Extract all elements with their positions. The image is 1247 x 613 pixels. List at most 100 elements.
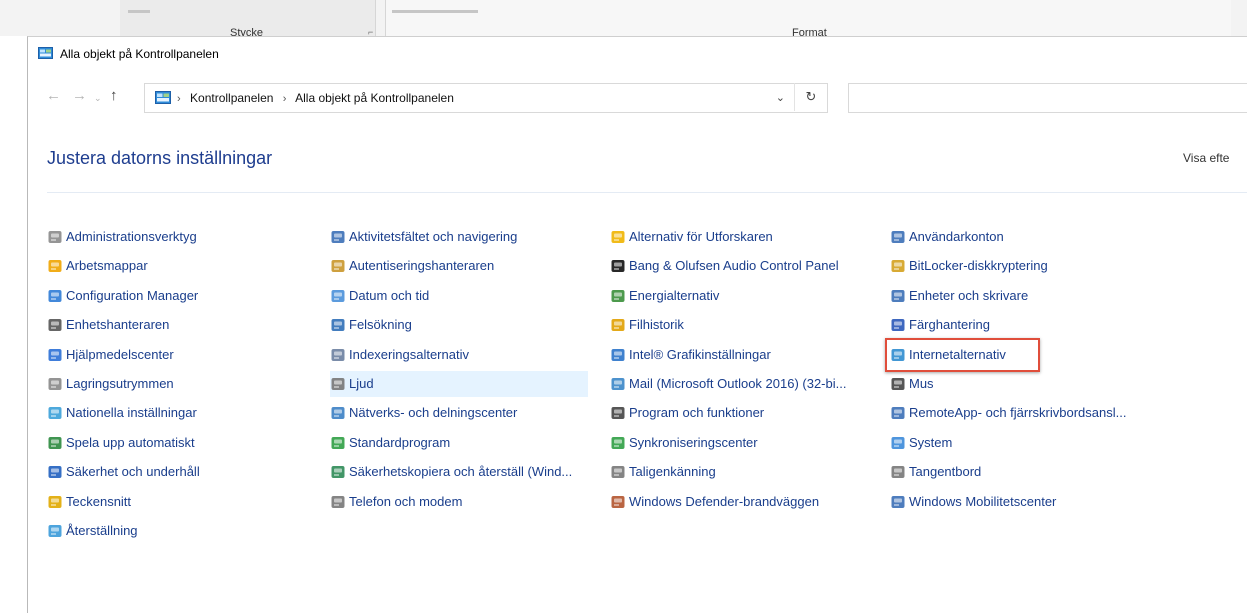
control-panel-item[interactable]: Taligenkänning — [610, 459, 872, 485]
backup-icon — [330, 464, 346, 480]
control-panel-item[interactable]: Intel® Grafikinställningar — [610, 342, 872, 368]
keyboard-icon — [890, 464, 906, 480]
control-panel-item[interactable]: Teckensnitt — [47, 489, 297, 515]
control-panel-item-label: Mail (Microsoft Outlook 2016) (32-bi... — [629, 376, 847, 391]
control-panel-item[interactable]: Autentiseringshanteraren — [330, 253, 588, 279]
default-programs-icon — [330, 435, 346, 451]
programs-icon — [610, 405, 626, 421]
control-panel-item[interactable]: Återställning — [47, 518, 297, 544]
control-panel-item[interactable]: Windows Mobilitetscenter — [890, 489, 1190, 515]
region-icon — [47, 405, 63, 421]
control-panel-item[interactable]: BitLocker-diskkryptering — [890, 253, 1190, 279]
control-panel-item[interactable]: Användarkonton — [890, 224, 1190, 250]
control-panel-item[interactable]: Program och funktioner — [610, 400, 872, 426]
control-panel-item[interactable]: Felsökning — [330, 312, 588, 338]
control-panel-item[interactable]: Bang & Olufsen Audio Control Panel — [610, 253, 872, 279]
up-button[interactable]: ↑ — [110, 87, 118, 104]
control-panel-item[interactable]: Färghantering — [890, 312, 1190, 338]
highlight-box — [885, 337, 1040, 372]
view-by-label[interactable]: Visa efte — [1183, 151, 1229, 165]
control-panel-item-label: Windows Mobilitetscenter — [909, 493, 1057, 509]
configuration-manager-icon — [47, 288, 63, 304]
control-panel-item[interactable]: System — [890, 430, 1190, 456]
phone-icon — [330, 494, 346, 510]
remoteapp-icon — [890, 405, 906, 421]
flag-icon — [47, 464, 63, 480]
control-panel-item[interactable]: Nätverks- och delningscenter — [330, 400, 588, 426]
control-panel-item[interactable]: Telefon och modem — [330, 489, 588, 515]
control-panel-item-label: Teckensnitt — [66, 493, 132, 509]
storage-icon — [47, 376, 63, 392]
control-panel-item[interactable]: RemoteApp- och fjärrskrivbordsansl... — [890, 400, 1190, 426]
control-panel-item-label: Windows Defender-brandväggen — [629, 493, 820, 509]
control-panel-item[interactable]: Aktivitetsfältet och navigering — [330, 224, 588, 250]
autoplay-icon — [47, 435, 63, 451]
back-button[interactable]: ← — [46, 87, 61, 104]
control-panel-item-label: Återställning — [66, 523, 138, 538]
firewall-icon — [610, 494, 626, 510]
control-panel-item-label: Tangentbord — [909, 464, 982, 480]
control-panel-item[interactable]: Standardprogram — [330, 430, 588, 456]
address-bar[interactable]: › Kontrollpanelen › Alla objekt på Kontr… — [144, 83, 828, 113]
background-ruler-mark — [392, 10, 478, 13]
search-input[interactable] — [848, 83, 1247, 113]
control-panel-item[interactable]: Enheter och skrivare — [890, 283, 1190, 309]
control-panel-item[interactable]: Alternativ för Utforskaren — [610, 224, 872, 250]
control-panel-item[interactable]: Administrationsverktyg — [47, 224, 297, 250]
control-panel-item[interactable]: Tangentbord — [890, 459, 1190, 485]
control-panel-item[interactable]: Säkerhetskopiera och återställ (Wind... — [330, 459, 588, 485]
control-panel-item[interactable]: Enhetshanteraren — [47, 312, 297, 338]
control-panel-item[interactable]: Mus — [890, 371, 1190, 397]
control-panel-item[interactable]: Windows Defender-brandväggen — [610, 489, 872, 515]
control-panel-item-label: Alternativ för Utforskaren — [629, 229, 773, 244]
page-title: Justera datorns inställningar — [47, 148, 273, 168]
control-panel-item-label: Felsökning — [349, 317, 412, 333]
background-app-strip: Stycke ⌐ Format — [0, 0, 1247, 39]
bitlocker-icon — [890, 258, 906, 274]
control-panel-icon — [38, 47, 53, 59]
control-panel-item-label: Autentiseringshanteraren — [349, 258, 495, 274]
control-panel-item[interactable]: Ljud — [330, 371, 588, 397]
control-panel-item-label: Hjälpmedelscenter — [66, 346, 174, 362]
control-panel-item-label: BitLocker-diskkryptering — [909, 258, 1048, 274]
control-panel-item-label: RemoteApp- och fjärrskrivbordsansl... — [909, 405, 1127, 421]
control-panel-item[interactable]: Spela upp automatiskt — [47, 430, 297, 456]
control-panel-item-label: Säkerhet och underhåll — [66, 464, 200, 480]
breadcrumb-item[interactable]: Kontrollpanelen — [190, 91, 273, 105]
control-panel-item[interactable]: Synkroniseringscenter — [610, 430, 872, 456]
recent-locations-button[interactable]: ⌄ — [94, 93, 102, 104]
control-panel-item-label: Nationella inställningar — [66, 405, 197, 421]
forward-button[interactable]: → — [72, 87, 87, 104]
control-panel-item-label: Bang & Olufsen Audio Control Panel — [629, 258, 839, 274]
control-panel-item[interactable]: Lagringsutrymmen — [47, 371, 297, 397]
mouse-icon — [890, 376, 906, 392]
breadcrumb-separator-icon: › — [177, 93, 181, 105]
control-panel-item[interactable]: Datum och tid — [330, 283, 588, 309]
control-panel-item-label: Standardprogram — [349, 434, 451, 450]
fonts-icon — [47, 494, 63, 510]
control-panel-item[interactable]: Filhistorik — [610, 312, 872, 338]
breadcrumb: › Kontrollpanelen › Alla objekt på Kontr… — [177, 91, 454, 105]
file-history-icon — [610, 317, 626, 333]
control-panel-item-label: Enhetshanteraren — [66, 317, 170, 333]
control-panel-item[interactable]: Configuration Manager — [47, 283, 297, 309]
refresh-button[interactable]: ↻ — [794, 83, 827, 111]
control-panel-item-label: Mus — [909, 376, 934, 391]
navigation-bar: ← → ⌄ ↑ › Kontrollpanelen › Alla objekt … — [28, 83, 1247, 113]
breadcrumb-item[interactable]: Alla objekt på Kontrollpanelen — [295, 91, 454, 105]
intel-graphics-icon — [610, 347, 626, 363]
control-panel-item-label: Aktivitetsfältet och navigering — [349, 229, 518, 244]
control-panel-item-label: Arbetsmappar — [66, 258, 148, 274]
control-panel-item-label: Nätverks- och delningscenter — [349, 405, 518, 421]
control-panel-item[interactable]: Säkerhet och underhåll — [47, 459, 297, 485]
control-panel-item-label: Administrationsverktyg — [66, 229, 197, 244]
control-panel-item[interactable]: Arbetsmappar — [47, 253, 297, 279]
control-panel-item[interactable]: Mail (Microsoft Outlook 2016) (32-bi... — [610, 371, 872, 397]
device-manager-icon — [47, 317, 63, 333]
control-panel-item[interactable]: Energialternativ — [610, 283, 872, 309]
control-panel-item[interactable]: Nationella inställningar — [47, 400, 297, 426]
control-panel-item[interactable]: Indexeringsalternativ — [330, 342, 588, 368]
control-panel-item-label: Energialternativ — [629, 287, 720, 303]
address-dropdown-button[interactable]: ⌄ — [776, 91, 785, 104]
control-panel-item[interactable]: Hjälpmedelscenter — [47, 342, 297, 368]
